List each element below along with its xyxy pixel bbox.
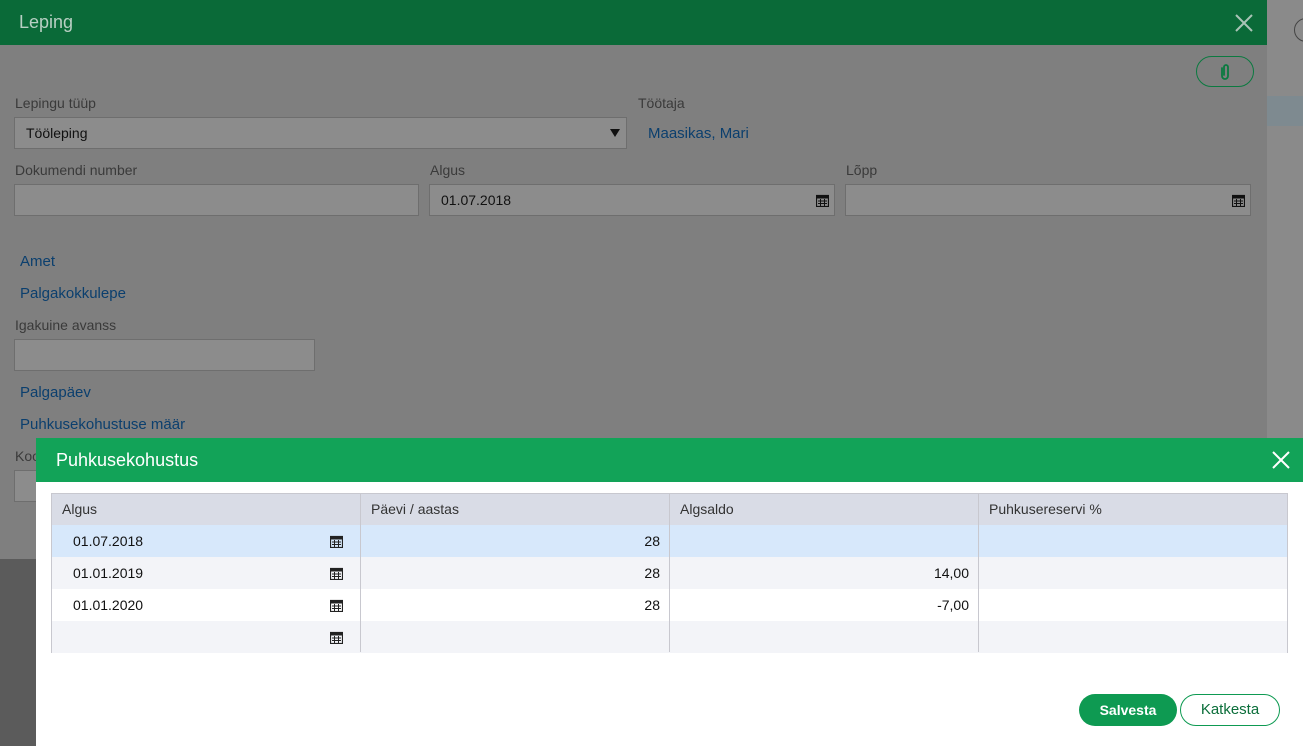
calendar-icon[interactable] <box>330 567 343 580</box>
cell-paevi-text: 28 <box>644 533 660 549</box>
save-button[interactable]: Salvesta <box>1079 694 1177 726</box>
puhkusekohustus-dialog: Puhkusekohustus Algus Päevi / aastas Alg… <box>36 438 1303 746</box>
igakuine-avanss-label: Igakuine avanss <box>15 317 117 333</box>
calendar-icon[interactable] <box>330 535 343 548</box>
cell-paevi-text: 28 <box>644 597 660 613</box>
column-header-paevi: Päevi / aastas <box>371 501 459 517</box>
amet-link[interactable]: Amet <box>20 253 55 270</box>
cell-algsaldo-text: -7,00 <box>937 597 969 613</box>
dokumendi-number-input[interactable] <box>14 184 419 216</box>
algus-label: Algus <box>430 162 466 178</box>
puhkusekohustuse-maar-link[interactable]: Puhkusekohustuse määr <box>20 416 185 433</box>
background-page-bar <box>1267 96 1303 126</box>
cancel-button[interactable]: Katkesta <box>1180 694 1280 726</box>
palgapaev-link[interactable]: Palgapäev <box>20 384 91 401</box>
puhkusekohustus-header: Puhkusekohustus <box>36 438 1303 482</box>
cell-algus-text: 01.01.2019 <box>73 565 144 581</box>
close-icon[interactable] <box>1232 11 1256 35</box>
lopp-label: Lõpp <box>846 162 878 178</box>
cell-algsaldo[interactable] <box>670 621 979 653</box>
cell-paevi[interactable]: 28 <box>361 589 670 621</box>
cell-algsaldo-text: 14,00 <box>933 565 969 581</box>
cell-algsaldo[interactable]: 14,00 <box>670 557 979 589</box>
leping-header: Leping <box>0 0 1267 45</box>
cell-algus-text: 01.01.2020 <box>73 597 144 613</box>
algus-value: 01.07.2018 <box>441 192 512 208</box>
cell-algus-text: 01.07.2018 <box>73 533 144 549</box>
cell-algsaldo[interactable] <box>670 525 979 557</box>
dokumendi-number-label: Dokumendi number <box>15 162 138 178</box>
cell-reserv[interactable] <box>979 621 1287 653</box>
cell-paevi[interactable] <box>361 621 670 653</box>
tootaja-label: Töötaja <box>638 95 685 111</box>
cell-reserv[interactable] <box>979 557 1287 589</box>
cell-algus[interactable]: 01.07.2018 <box>52 525 361 557</box>
lopp-date-input[interactable] <box>845 184 1251 216</box>
palgakokkulepe-link[interactable]: Palgakokkulepe <box>20 285 126 302</box>
cell-paevi[interactable]: 28 <box>361 557 670 589</box>
calendar-icon[interactable] <box>330 631 343 644</box>
column-divider <box>360 494 361 652</box>
tootaja-link[interactable]: Maasikas, Mari <box>648 125 749 142</box>
lepingu-tyyp-select[interactable]: Tööleping <box>14 117 627 149</box>
puhkusekohustus-title: Puhkusekohustus <box>56 450 199 470</box>
cell-algus[interactable]: 01.01.2019 <box>52 557 361 589</box>
leping-title: Leping <box>19 12 74 32</box>
cell-algus[interactable] <box>52 621 361 653</box>
cell-reserv[interactable] <box>979 525 1287 557</box>
column-header-puhkusereserv: Puhkusereservi % <box>989 501 1102 517</box>
cell-algus[interactable]: 01.01.2020 <box>52 589 361 621</box>
lepingu-tyyp-label: Lepingu tüüp <box>15 95 96 111</box>
column-divider <box>669 494 670 652</box>
lepingu-tyyp-value: Tööleping <box>26 125 88 141</box>
caret-down-icon <box>610 129 620 137</box>
cell-algsaldo[interactable]: -7,00 <box>670 589 979 621</box>
column-header-algsaldo: Algsaldo <box>680 501 734 517</box>
puhkusekohustus-table: Algus Päevi / aastas Algsaldo Puhkuseres… <box>51 493 1288 653</box>
calendar-icon[interactable] <box>816 194 829 207</box>
cell-paevi[interactable]: 28 <box>361 525 670 557</box>
attachment-button[interactable] <box>1196 56 1254 87</box>
close-icon[interactable] <box>1270 449 1292 471</box>
column-header-algus: Algus <box>62 501 98 517</box>
calendar-icon[interactable] <box>1232 194 1245 207</box>
cell-reserv[interactable] <box>979 589 1287 621</box>
igakuine-avanss-input[interactable] <box>14 339 315 371</box>
paperclip-icon <box>1221 64 1229 80</box>
cell-paevi-text: 28 <box>644 565 660 581</box>
calendar-icon[interactable] <box>330 599 343 612</box>
column-divider <box>978 494 979 652</box>
algus-date-input[interactable]: 01.07.2018 <box>429 184 835 216</box>
